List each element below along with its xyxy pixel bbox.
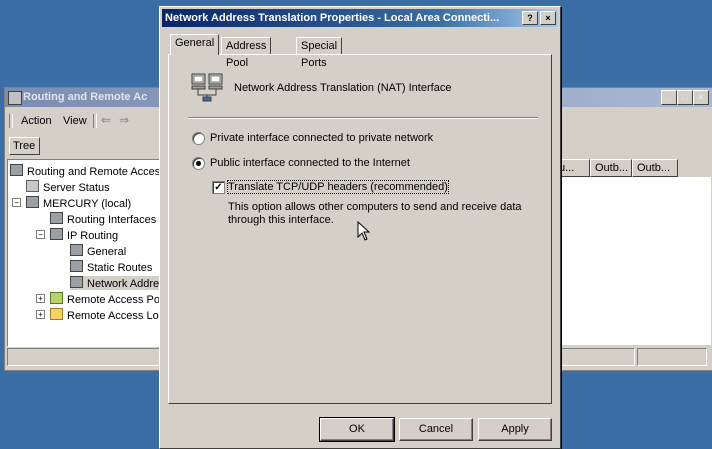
menu-action[interactable]: Action [21, 115, 52, 127]
tab-general[interactable]: General [170, 34, 220, 55]
collapse-toggle[interactable]: − [36, 230, 45, 239]
forward-arrow-icon[interactable]: ⇒ [119, 113, 129, 127]
help-button[interactable]: ? [522, 11, 538, 25]
server-icon [26, 180, 39, 192]
mouse-cursor-icon [357, 221, 371, 241]
tree-node-static-routes[interactable]: Static Routes [70, 260, 152, 274]
details-pane [554, 177, 711, 345]
cancel-button[interactable]: Cancel [399, 418, 473, 441]
expand-toggle[interactable]: + [36, 294, 45, 303]
routing-icon [50, 228, 63, 240]
tab-address-pool[interactable]: Address Pool [221, 37, 272, 69]
status-panel [637, 348, 707, 366]
dialog-title-bar[interactable]: Network Address Translation Properties -… [162, 9, 558, 27]
mmc-title: Routing and Remote Ac [23, 91, 148, 103]
minimize-button[interactable]: _ [661, 90, 677, 105]
routing-icon [70, 260, 83, 272]
dialog-title: Network Address Translation Properties -… [165, 12, 500, 24]
interface-icon [50, 212, 63, 224]
policy-icon [50, 292, 63, 304]
nat-interface-label: Network Address Translation (NAT) Interf… [234, 82, 452, 94]
folder-icon [50, 308, 63, 320]
column-header[interactable]: Outb... [632, 159, 678, 177]
tree-node-general[interactable]: General [70, 244, 126, 258]
translate-headers-label[interactable]: Translate TCP/UDP headers (recommended) [227, 180, 449, 194]
status-panel [553, 348, 635, 366]
translate-headers-checkbox[interactable]: ✓ [212, 181, 225, 194]
maximize-button[interactable]: □ [677, 90, 693, 105]
option-description: This option allows other computers to se… [228, 201, 522, 226]
expand-toggle[interactable]: + [36, 310, 45, 319]
tree-pane: Routing and Remote Access Server Status … [7, 159, 167, 347]
public-interface-label[interactable]: Public interface connected to the Intern… [210, 157, 410, 169]
tree-node-remote-access-logging[interactable]: Remote Access Log [50, 308, 165, 322]
private-interface-label[interactable]: Private interface connected to private n… [210, 132, 433, 144]
menu-separator [93, 114, 97, 128]
tree-node-server-status[interactable]: Server Status [26, 180, 110, 194]
menu-view[interactable]: View [63, 115, 87, 127]
tree-node-routing-interfaces[interactable]: Routing Interfaces [50, 212, 156, 226]
tree-node-remote-access-policies[interactable]: Remote Access Poli [50, 292, 165, 306]
divider [188, 117, 538, 119]
tree-tab[interactable]: Tree [9, 137, 40, 155]
mmc-app-icon [8, 91, 22, 105]
apply-button[interactable]: Apply [478, 418, 552, 441]
mmc-window-buttons: _ □ × [661, 90, 709, 105]
computer-icon [10, 164, 23, 176]
column-headers: u... Outb... Outb... [554, 159, 678, 177]
dialog-title-buttons: ? × [522, 11, 556, 25]
tab-special-ports[interactable]: Special Ports [296, 37, 343, 69]
tree-node-root[interactable]: Routing and Remote Access [10, 164, 166, 178]
back-arrow-icon[interactable]: ⇐ [101, 113, 111, 127]
private-interface-radio[interactable] [192, 132, 205, 145]
routing-icon [70, 244, 83, 256]
close-button[interactable]: × [693, 90, 709, 105]
close-button[interactable]: × [540, 11, 556, 25]
collapse-toggle[interactable]: − [12, 198, 21, 207]
ok-button[interactable]: OK [319, 417, 395, 442]
network-interface-icon [191, 73, 223, 102]
tree-node-mercury[interactable]: MERCURY (local) [26, 196, 131, 210]
menu-grip [9, 114, 13, 128]
server-icon [26, 196, 39, 208]
column-header[interactable]: Outb... [590, 159, 632, 177]
tree-node-network-address[interactable]: Network Addres [70, 276, 165, 290]
public-interface-radio[interactable] [192, 157, 205, 170]
routing-icon [70, 276, 83, 288]
tree-node-ip-routing[interactable]: IP Routing [50, 228, 118, 242]
